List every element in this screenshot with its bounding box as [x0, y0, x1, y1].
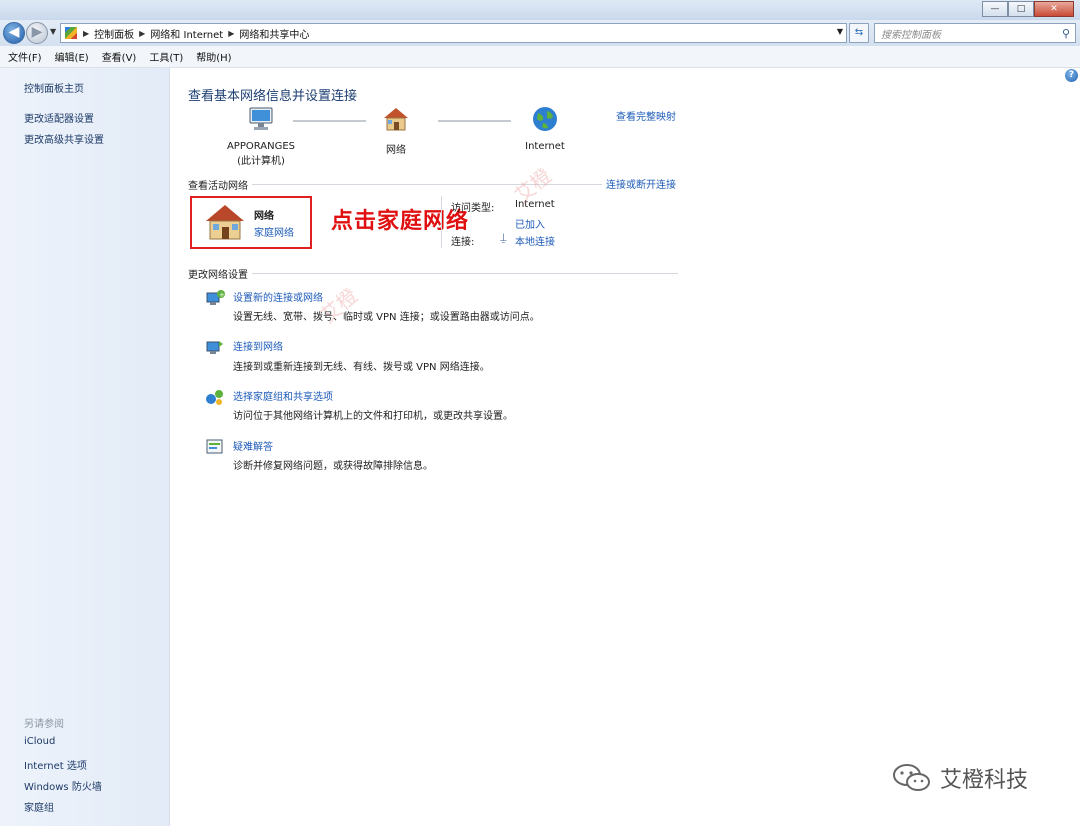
- map-connector: [293, 120, 366, 122]
- change-adapter-settings-link[interactable]: 更改适配器设置: [24, 110, 94, 125]
- troubleshoot-link[interactable]: 疑难解答: [233, 438, 273, 453]
- chevron-right-icon[interactable]: ▶: [139, 29, 145, 38]
- svg-text:+: +: [219, 291, 225, 299]
- setup-new-connection-link[interactable]: 设置新的连接或网络: [233, 289, 323, 304]
- minimize-button[interactable]: —: [982, 1, 1008, 17]
- homegroup-sharing-link[interactable]: 选择家庭组和共享选项: [233, 388, 333, 403]
- network-name: 网络: [254, 211, 274, 222]
- troubleshoot-desc: 诊断并修复网络问题，或获得故障排除信息。: [233, 461, 433, 472]
- connect-disconnect-link[interactable]: 连接或断开连接: [606, 176, 676, 191]
- computer-sub-label: (此计算机): [237, 156, 285, 167]
- home-network-icon[interactable]: [204, 203, 246, 241]
- annotation-callout: 点击家庭网络: [331, 209, 470, 234]
- connect-to-network-link[interactable]: 连接到网络: [233, 338, 283, 353]
- vertical-divider: [441, 196, 442, 248]
- menu-bar: 文件(F) 编辑(E) 查看(V) 工具(T) 帮助(H): [0, 46, 1080, 68]
- breadcrumb-network-sharing-center[interactable]: 网络和共享中心: [239, 26, 309, 41]
- computer-icon: [249, 107, 273, 130]
- menu-tools[interactable]: 工具(T): [149, 49, 183, 64]
- ethernet-icon: ⍊: [500, 231, 507, 244]
- internet-node[interactable]: Internet: [520, 104, 570, 152]
- change-settings-heading: 更改网络设置: [188, 270, 248, 281]
- homegroup-link[interactable]: 家庭组: [24, 799, 54, 814]
- homegroup-sharing-desc: 访问位于其他网络计算机上的文件和打印机，或更改共享设置。: [233, 411, 513, 422]
- see-also-heading: 另请参阅: [24, 719, 64, 730]
- internet-node-label: Internet: [525, 141, 565, 152]
- computer-name: APPORANGES: [226, 141, 296, 152]
- search-input[interactable]: 搜索控制面板 ⚲: [874, 23, 1076, 43]
- refresh-button[interactable]: ⇆: [849, 23, 869, 43]
- recent-pages-dropdown-icon[interactable]: ▼: [50, 27, 56, 36]
- troubleshoot-icon: [206, 439, 223, 454]
- new-connection-icon: +: [206, 290, 225, 305]
- windows-firewall-link[interactable]: Windows 防火墙: [24, 778, 102, 793]
- left-task-pane: 控制面板主页 更改适配器设置 更改高级共享设置 另请参阅 iCloud Inte…: [0, 68, 170, 826]
- see-full-map-link[interactable]: 查看完整映射: [616, 108, 676, 123]
- connect-to-network-desc: 连接到或重新连接到无线、有线、拨号或 VPN 网络连接。: [233, 362, 490, 373]
- control-panel-home-link[interactable]: 控制面板主页: [24, 80, 84, 95]
- breadcrumb-control-panel[interactable]: 控制面板: [94, 26, 134, 41]
- search-placeholder: 搜索控制面板: [881, 29, 941, 41]
- brand-name: 艾橙科技: [940, 768, 1029, 793]
- local-connection-link[interactable]: 本地连接: [515, 233, 555, 248]
- menu-view[interactable]: 查看(V): [102, 49, 137, 64]
- address-bar-row: ◀ ▶ ▼ ▶ 控制面板 ▶ 网络和 Internet ▶ 网络和共享中心 ▼ …: [0, 20, 1080, 46]
- house-icon: [384, 108, 408, 131]
- menu-file[interactable]: 文件(F): [8, 49, 42, 64]
- section-divider: [252, 273, 678, 274]
- brand-mark: 艾橙科技: [892, 762, 1028, 794]
- address-field[interactable]: ▶ 控制面板 ▶ 网络和 Internet ▶ 网络和共享中心 ▼: [60, 23, 847, 43]
- wechat-icon: [893, 764, 930, 791]
- computer-node[interactable]: APPORANGES (此计算机): [222, 104, 300, 167]
- access-type-label: 访问类型:: [451, 203, 495, 214]
- menu-help[interactable]: 帮助(H): [196, 49, 231, 64]
- close-button[interactable]: ✕: [1034, 1, 1074, 17]
- homegroup-sharing-icon: [206, 390, 223, 405]
- maximize-button[interactable]: □: [1008, 1, 1034, 17]
- forward-button[interactable]: ▶: [26, 22, 48, 44]
- chevron-right-icon[interactable]: ▶: [228, 29, 234, 38]
- connection-label: 连接:: [451, 237, 475, 248]
- chevron-down-icon[interactable]: ▼: [837, 27, 843, 36]
- page-title: 查看基本网络信息并设置连接: [188, 89, 358, 104]
- control-panel-icon: [65, 27, 77, 39]
- home-network-link[interactable]: 家庭网络: [254, 224, 294, 239]
- chevron-right-icon[interactable]: ▶: [83, 29, 89, 38]
- connect-network-icon: [206, 341, 223, 354]
- help-icon[interactable]: ?: [1065, 69, 1078, 82]
- search-icon[interactable]: ⚲: [1062, 27, 1070, 40]
- map-connector: [438, 120, 511, 122]
- active-networks-heading: 查看活动网络: [188, 181, 248, 192]
- back-button[interactable]: ◀: [3, 22, 25, 44]
- menu-edit[interactable]: 编辑(E): [55, 49, 89, 64]
- homegroup-status-link[interactable]: 已加入: [515, 216, 545, 231]
- globe-icon: [533, 107, 557, 131]
- title-bar: — □ ✕: [0, 0, 1080, 20]
- network-node-label: 网络: [386, 145, 406, 156]
- change-advanced-sharing-link[interactable]: 更改高级共享设置: [24, 131, 104, 146]
- network-node[interactable]: 网络: [376, 104, 416, 156]
- setup-new-connection-desc: 设置无线、宽带、拨号、临时或 VPN 连接；或设置路由器或访问点。: [233, 312, 540, 323]
- internet-options-link[interactable]: Internet 选项: [24, 757, 87, 772]
- breadcrumb-network-internet[interactable]: 网络和 Internet: [150, 26, 223, 41]
- icloud-link[interactable]: iCloud: [24, 736, 55, 747]
